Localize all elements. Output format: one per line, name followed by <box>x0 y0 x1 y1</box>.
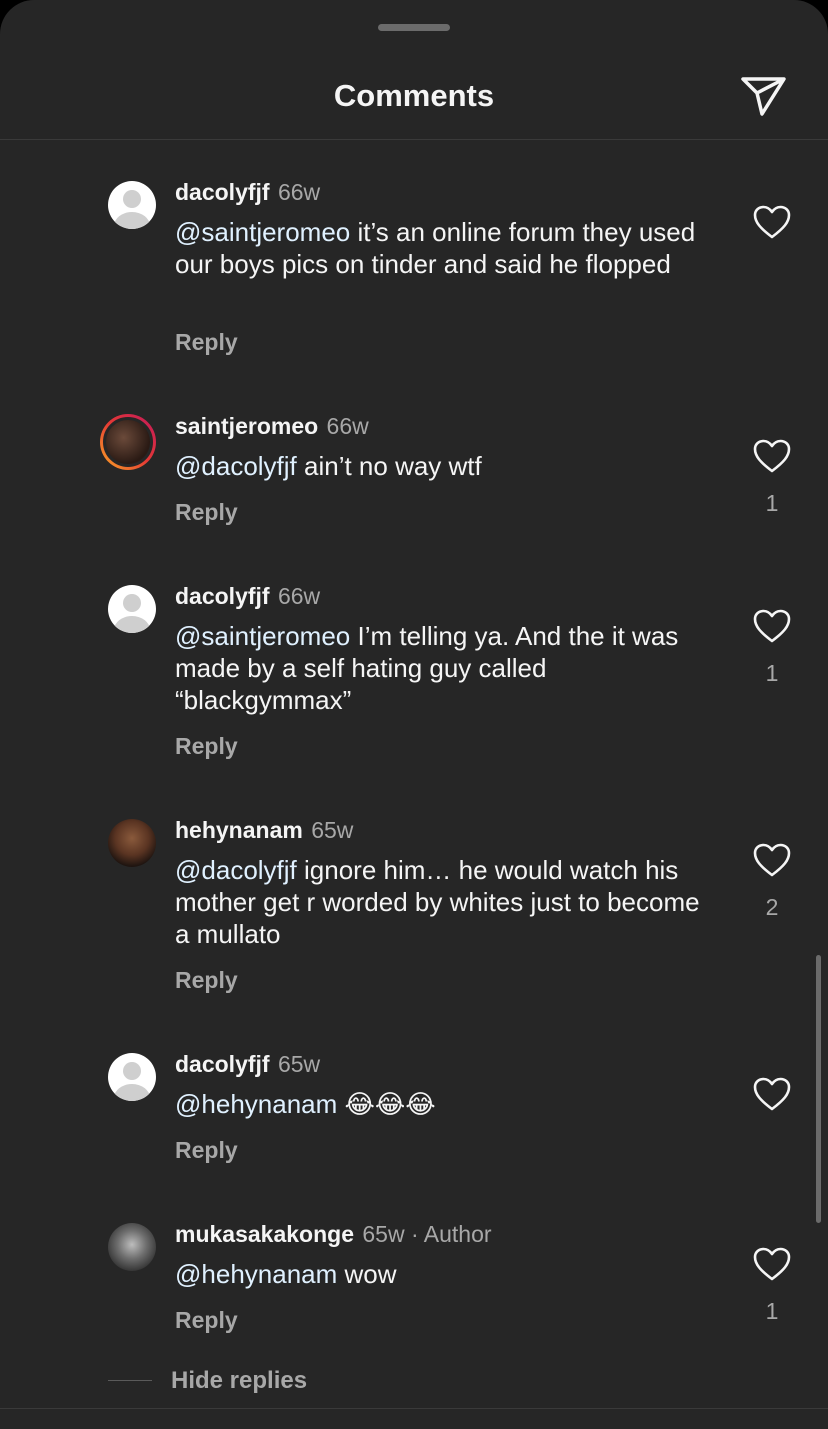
comment-username[interactable]: hehynanam <box>175 817 303 843</box>
like-count: 2 <box>765 894 779 920</box>
author-tag: · Author <box>404 1221 492 1247</box>
comment-time: 65w <box>311 817 354 843</box>
avatar[interactable] <box>108 819 156 867</box>
heart-icon[interactable] <box>752 1246 792 1282</box>
reply-button[interactable]: Reply <box>175 967 238 994</box>
avatar[interactable] <box>108 181 156 229</box>
sheet-grabber[interactable] <box>378 24 450 31</box>
comment-username[interactable]: dacolyfjf <box>175 583 270 609</box>
comment-text: @dacolyfjf ain’t no way wtf <box>175 451 482 481</box>
like-count: 1 <box>765 660 779 686</box>
reply-button[interactable]: Reply <box>175 733 238 760</box>
like-count: 1 <box>765 1298 779 1324</box>
comment-mention[interactable]: @dacolyfjf <box>175 451 297 481</box>
hide-replies-button[interactable]: Hide replies <box>171 1367 307 1395</box>
heart-icon[interactable] <box>752 608 792 644</box>
comment-time: 66w <box>277 583 321 609</box>
comment-username[interactable]: dacolyfjf <box>175 179 270 205</box>
comment-time: 65w <box>277 1051 321 1077</box>
comment-username[interactable]: mukasakakonge <box>175 1221 354 1247</box>
avatar[interactable] <box>108 1053 156 1101</box>
heart-icon[interactable] <box>752 1076 792 1112</box>
comment-text: @hehynanam 😂😂😂 <box>175 1088 715 1120</box>
divider <box>0 1408 828 1409</box>
heart-icon[interactable] <box>752 204 792 240</box>
comment-text: @saintjeromeo I’m telling ya. And the it… <box>175 621 679 715</box>
comment-username[interactable]: dacolyfjf <box>175 1051 270 1077</box>
comment-time: 65w <box>362 1221 405 1247</box>
comment-mention[interactable]: @dacolyfjf <box>175 855 297 885</box>
like-count: 1 <box>765 490 779 516</box>
comments-header: Comments <box>0 40 828 140</box>
reply-button[interactable]: Reply <box>175 499 238 526</box>
comments-sheet: Comments dacolyfjf 66w @saintjeromeo it’… <box>0 0 828 1429</box>
heart-icon[interactable] <box>752 842 792 878</box>
laughing-emoji: 😂😂😂 <box>337 1089 436 1119</box>
divider <box>108 1380 152 1381</box>
reply-button[interactable]: Reply <box>175 329 238 356</box>
comment-text: @hehynanam wow <box>175 1259 397 1289</box>
heart-icon[interactable] <box>752 438 792 474</box>
comment-mention[interactable]: @hehynanam <box>175 1089 337 1119</box>
avatar[interactable] <box>108 1223 156 1271</box>
comment-time: 66w <box>277 179 321 205</box>
avatar[interactable] <box>108 585 156 633</box>
comment-mention[interactable]: @hehynanam <box>175 1259 337 1289</box>
reply-button[interactable]: Reply <box>175 1307 238 1334</box>
scrollbar[interactable] <box>816 955 821 1223</box>
comment-username[interactable]: saintjeromeo <box>175 413 318 439</box>
comment-text: @dacolyfjf ignore him… he would watch hi… <box>175 855 700 949</box>
comment-mention[interactable]: @saintjeromeo <box>175 217 350 247</box>
comment-text: @saintjeromeo it’s an online forum they … <box>175 217 696 279</box>
comment-mention[interactable]: @saintjeromeo <box>175 621 350 651</box>
reply-button[interactable]: Reply <box>175 1137 238 1164</box>
paper-plane-icon[interactable] <box>738 74 788 118</box>
avatar[interactable] <box>100 414 156 470</box>
comment-time: 66w <box>326 413 369 439</box>
page-title: Comments <box>333 78 495 113</box>
